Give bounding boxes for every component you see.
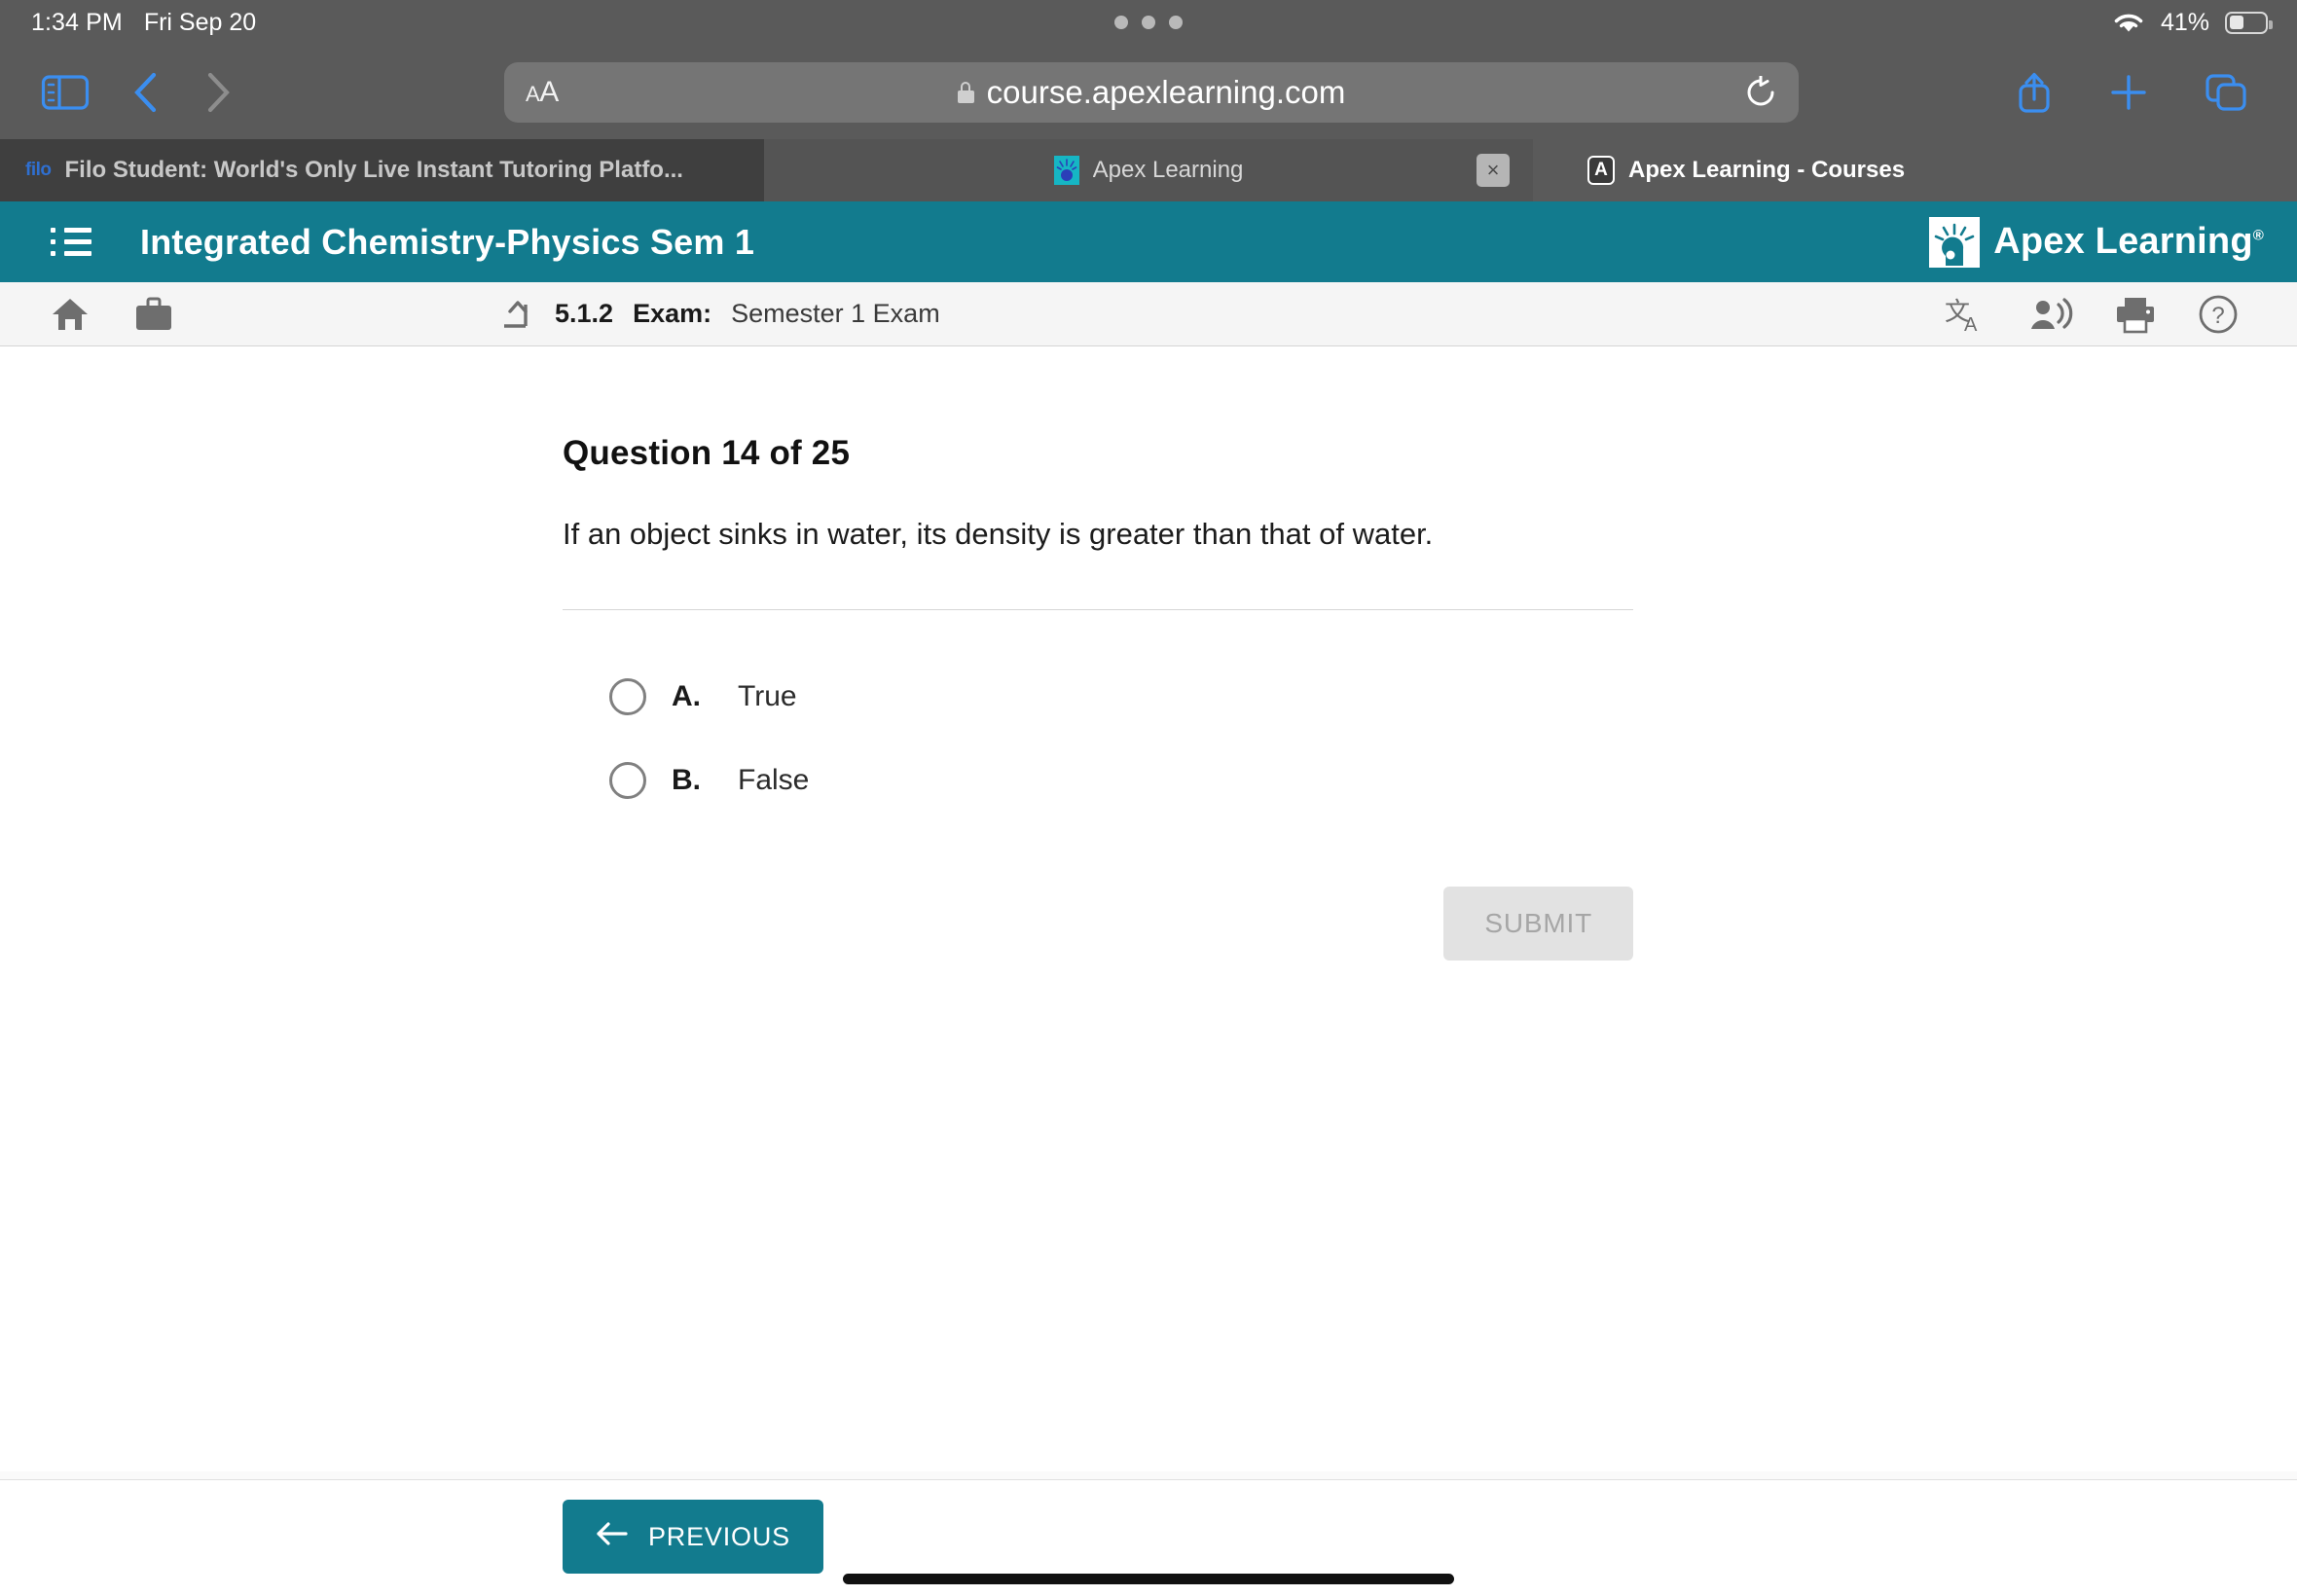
question-panel: Question 14 of 25 If an object sinks in … bbox=[563, 434, 1633, 961]
logo-trademark: ® bbox=[2252, 227, 2264, 244]
tab-strip: filo Filo Student: World's Only Live Ins… bbox=[0, 139, 2297, 201]
status-time: 1:34 PM bbox=[31, 8, 123, 36]
svg-text:A: A bbox=[1964, 314, 1978, 334]
reload-icon[interactable] bbox=[1744, 75, 1777, 109]
dot bbox=[1142, 16, 1155, 29]
briefcase-icon[interactable] bbox=[134, 297, 173, 332]
status-bar-left: 1:34 PM Fri Sep 20 bbox=[0, 9, 256, 37]
browser-toolbar: AA course.apexlearning.com bbox=[0, 45, 2297, 139]
browser-tab-filo[interactable]: filo Filo Student: World's Only Live Ins… bbox=[0, 139, 764, 201]
choice-text: True bbox=[738, 679, 797, 712]
browser-nav-buttons bbox=[0, 70, 234, 115]
battery-fill bbox=[2229, 16, 2243, 29]
choice-text: False bbox=[738, 763, 810, 796]
tab-title: Apex Learning bbox=[1092, 157, 1244, 183]
submit-button[interactable]: SUBMIT bbox=[1443, 886, 1633, 961]
breadcrumb-type: Exam: bbox=[633, 299, 712, 328]
breadcrumb-name: Semester 1 Exam bbox=[731, 299, 940, 328]
svg-text:?: ? bbox=[2211, 303, 2224, 329]
lesson-toolbar: 5.1.2 Exam: Semester 1 Exam 文 A ? bbox=[0, 282, 2297, 346]
share-icon[interactable] bbox=[2015, 69, 2054, 116]
help-question-icon[interactable]: ? bbox=[2198, 294, 2239, 335]
browser-tab-apex-courses[interactable]: A Apex Learning - Courses bbox=[1533, 139, 2297, 201]
lock-icon bbox=[957, 81, 974, 103]
tab-overview-icon[interactable] bbox=[2204, 71, 2248, 114]
battery-icon bbox=[2225, 11, 2273, 34]
arrow-left-icon bbox=[596, 1521, 629, 1553]
browser-tab-apex-learning[interactable]: Apex Learning × bbox=[764, 139, 1533, 201]
answer-choices: A. True B. False bbox=[563, 655, 1633, 822]
breadcrumb-number: 5.1.2 bbox=[555, 299, 614, 328]
tab-title: Apex Learning - Courses bbox=[1628, 157, 1906, 183]
wifi-icon bbox=[2112, 10, 2145, 35]
status-bar: 1:34 PM Fri Sep 20 41% bbox=[0, 0, 2297, 45]
logo-text: Apex Learning bbox=[1993, 221, 2253, 262]
battery-percent: 41% bbox=[2160, 8, 2209, 36]
up-level-arrow-icon[interactable] bbox=[496, 295, 535, 334]
print-icon[interactable] bbox=[2114, 295, 2157, 334]
apex-learning-logo[interactable]: Apex Learning® bbox=[1929, 216, 2264, 268]
previous-button[interactable]: PREVIOUS bbox=[563, 1500, 823, 1574]
home-indicator[interactable] bbox=[843, 1574, 1454, 1584]
breadcrumb: 5.1.2 Exam: Semester 1 Exam bbox=[496, 295, 940, 334]
question-content: Question 14 of 25 If an object sinks in … bbox=[0, 346, 2297, 1479]
radio-button-b[interactable] bbox=[609, 761, 646, 799]
filo-favicon: filo bbox=[25, 160, 52, 180]
navigation-footer: PREVIOUS bbox=[0, 1479, 2297, 1596]
content-bottom-gap bbox=[0, 1471, 2297, 1479]
back-chevron-icon[interactable] bbox=[130, 70, 162, 115]
plus-icon[interactable] bbox=[2108, 72, 2149, 113]
status-date: Fri Sep 20 bbox=[143, 8, 257, 36]
answer-choice-a[interactable]: A. True bbox=[563, 655, 1633, 739]
tab-close-icon[interactable]: × bbox=[1477, 154, 1510, 187]
translate-icon[interactable]: 文 A bbox=[1945, 295, 1987, 334]
radio-button-a[interactable] bbox=[609, 677, 646, 715]
dot bbox=[1114, 16, 1128, 29]
question-prompt: If an object sinks in water, its density… bbox=[563, 517, 1434, 551]
home-icon[interactable] bbox=[51, 296, 90, 333]
answer-choice-b[interactable]: B. False bbox=[563, 739, 1633, 822]
ipad-safari-screen: 1:34 PM Fri Sep 20 41% AA course.apexlea… bbox=[0, 0, 2297, 1596]
question-heading: Question 14 of 25 bbox=[563, 434, 851, 472]
status-bar-right: 41% bbox=[2112, 9, 2297, 37]
tab-title: Filo Student: World's Only Live Instant … bbox=[64, 157, 683, 183]
url-text: course.apexlearning.com bbox=[986, 73, 1346, 110]
apex-favicon bbox=[1053, 156, 1079, 185]
sidebar-toggle-icon[interactable] bbox=[41, 73, 90, 112]
page-title: Integrated Chemistry-Physics Sem 1 bbox=[140, 221, 755, 262]
divider bbox=[563, 608, 1633, 610]
url-display: course.apexlearning.com bbox=[504, 74, 1799, 111]
hamburger-menu-icon[interactable] bbox=[51, 228, 91, 256]
previous-button-label: PREVIOUS bbox=[648, 1521, 790, 1551]
lesson-toolbar-left bbox=[33, 296, 173, 333]
apex-lightbulb-head-icon bbox=[1929, 216, 1981, 268]
letter-a-favicon: A bbox=[1587, 156, 1615, 185]
dot bbox=[1169, 16, 1183, 29]
choice-letter: A. bbox=[672, 679, 701, 712]
read-aloud-icon[interactable] bbox=[2028, 296, 2073, 333]
multitask-dots-icon[interactable] bbox=[1114, 16, 1183, 29]
app-header: Integrated Chemistry-Physics Sem 1 Apex … bbox=[0, 201, 2297, 282]
browser-action-buttons bbox=[2015, 69, 2297, 116]
address-bar[interactable]: AA course.apexlearning.com bbox=[504, 61, 1799, 123]
submit-row: SUBMIT bbox=[563, 886, 1633, 961]
choice-letter: B. bbox=[672, 763, 701, 796]
text-size-button[interactable]: AA bbox=[526, 76, 559, 109]
lesson-toolbar-right: 文 A ? bbox=[1945, 294, 2264, 335]
forward-chevron-icon bbox=[202, 70, 234, 115]
